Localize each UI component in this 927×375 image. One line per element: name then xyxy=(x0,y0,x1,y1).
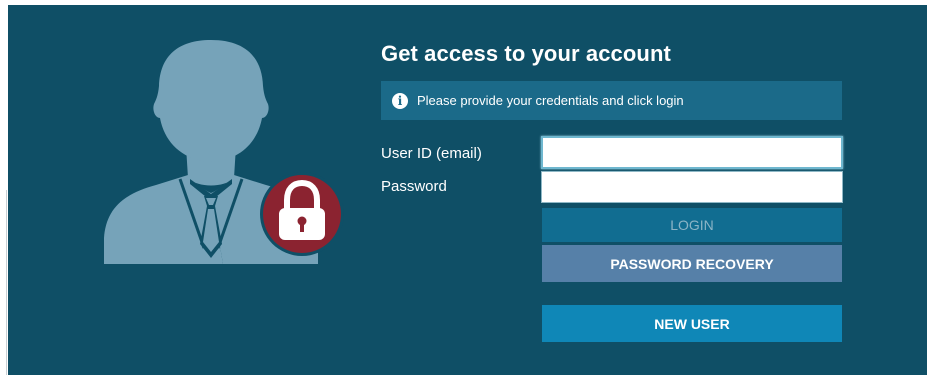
login-button[interactable]: LOGIN xyxy=(542,208,842,242)
account-illustration xyxy=(104,38,344,264)
user-id-input[interactable] xyxy=(541,136,843,169)
info-circle-icon: i xyxy=(392,92,408,109)
password-label: Password xyxy=(381,178,447,195)
left-divider xyxy=(6,190,7,375)
login-page: Get access to your account i Please prov… xyxy=(0,0,927,375)
user-id-label: User ID (email) xyxy=(381,145,482,162)
password-recovery-button[interactable]: PASSWORD RECOVERY xyxy=(542,245,842,282)
padlock-icon xyxy=(260,172,344,256)
new-user-button[interactable]: NEW USER xyxy=(542,305,842,342)
info-message: Please provide your credentials and clic… xyxy=(417,93,684,108)
page-title: Get access to your account xyxy=(381,41,671,66)
password-input[interactable] xyxy=(541,171,843,203)
info-banner: i Please provide your credentials and cl… xyxy=(381,81,842,120)
user-silhouette-icon xyxy=(104,40,344,264)
